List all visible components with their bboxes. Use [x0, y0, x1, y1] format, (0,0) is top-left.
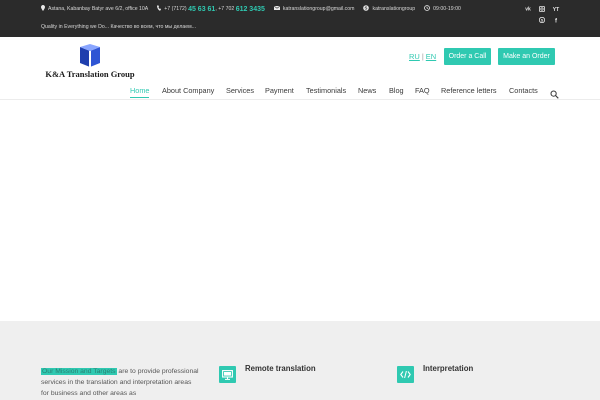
address-text: Astana, Kabanbay Batyr ave 6/2, office 1… [48, 6, 149, 12]
nav-services[interactable]: Services [226, 86, 254, 97]
nav-blog[interactable]: Blog [389, 86, 404, 97]
lang-en-link[interactable]: EN [426, 52, 436, 61]
phone2-main[interactable]: 612 3435 [236, 6, 265, 13]
service-remote-translation[interactable]: Remote translation [219, 364, 316, 383]
top-bar: Astana, Kabanbay Batyr ave 6/2, office 1… [0, 0, 600, 37]
facebook-icon[interactable]: f [552, 17, 560, 25]
clock-icon [424, 5, 431, 13]
email-item[interactable]: katranslationgroup@gmail.com [273, 5, 355, 12]
hours-text: 09:00-19:00 [433, 6, 461, 12]
social-links: vk YT S f [524, 6, 560, 25]
service-interpretation[interactable]: Interpretation [397, 364, 474, 383]
nav-home[interactable]: Home [130, 86, 150, 98]
lang-ru-link[interactable]: RU [409, 52, 420, 61]
search-icon[interactable] [550, 86, 559, 99]
mission-text: Our Mission and Targets are to provide p… [41, 366, 199, 399]
location-pin-icon [41, 5, 45, 13]
vk-icon[interactable]: vk [524, 6, 532, 13]
logo-text: K&A Translation Group [45, 69, 135, 79]
svg-text:vk: vk [525, 7, 531, 12]
service-title: Remote translation [245, 364, 316, 373]
hero-area [0, 100, 600, 321]
phone1-main[interactable]: 45 63 61 [188, 6, 215, 13]
svg-text:S: S [365, 6, 368, 11]
email-text[interactable]: katranslationgroup@gmail.com [283, 6, 355, 12]
lang-separator: | [421, 52, 424, 61]
skype-social-icon[interactable]: S [538, 16, 546, 24]
svg-text:YT: YT [553, 7, 559, 12]
logo-book-icon [80, 44, 100, 67]
contact-info-row: Astana, Kabanbay Batyr ave 6/2, office 1… [41, 5, 470, 13]
site-logo[interactable]: K&A Translation Group [42, 44, 138, 79]
nav-reference-letters[interactable]: Reference letters [441, 86, 497, 97]
site-header: K&A Translation Group RU | EN Order a Call… [0, 37, 600, 100]
tagline: Quality in Everything we Do... Качество … [41, 24, 197, 30]
phone-icon [157, 5, 162, 13]
service-title: Interpretation [423, 364, 474, 373]
language-switcher: RU | EN [409, 52, 436, 61]
youtube-icon[interactable]: YT [552, 6, 560, 13]
code-icon [397, 366, 414, 383]
skype-item[interactable]: S katranslationgroup [363, 5, 415, 13]
make-order-button[interactable]: Make an Order [498, 48, 555, 65]
skype-text[interactable]: katranslationgroup [372, 6, 415, 12]
svg-text:f: f [555, 19, 558, 24]
order-call-button[interactable]: Order a Call [444, 48, 491, 65]
services-section: Our Mission and Targets are to provide p… [0, 321, 600, 400]
address-item: Astana, Kabanbay Batyr ave 6/2, office 1… [41, 5, 148, 13]
nav-testimonials[interactable]: Testimonials [306, 86, 346, 97]
mission-highlight[interactable]: Our Mission and Targets [41, 368, 117, 375]
hours-item: 09:00-19:00 [424, 5, 461, 13]
nav-contacts[interactable]: Contacts [509, 86, 538, 97]
nav-news[interactable]: News [358, 86, 376, 97]
envelope-icon [273, 5, 281, 12]
nav-faq[interactable]: FAQ [415, 86, 430, 97]
nav-about[interactable]: About Company [162, 86, 214, 97]
phone2-prefix: , +7 702 [215, 6, 235, 12]
svg-text:S: S [541, 18, 544, 22]
monitor-icon [219, 366, 236, 383]
phone-item[interactable]: +7 (7172) 45 63 61 , +7 702 612 3435 [157, 5, 265, 13]
main-nav: Home About Company Services Payment Test… [0, 86, 600, 100]
skype-icon: S [363, 5, 370, 13]
instagram-icon[interactable] [538, 6, 546, 13]
phone1-prefix: +7 (7172) [164, 6, 187, 12]
nav-payment[interactable]: Payment [265, 86, 294, 97]
